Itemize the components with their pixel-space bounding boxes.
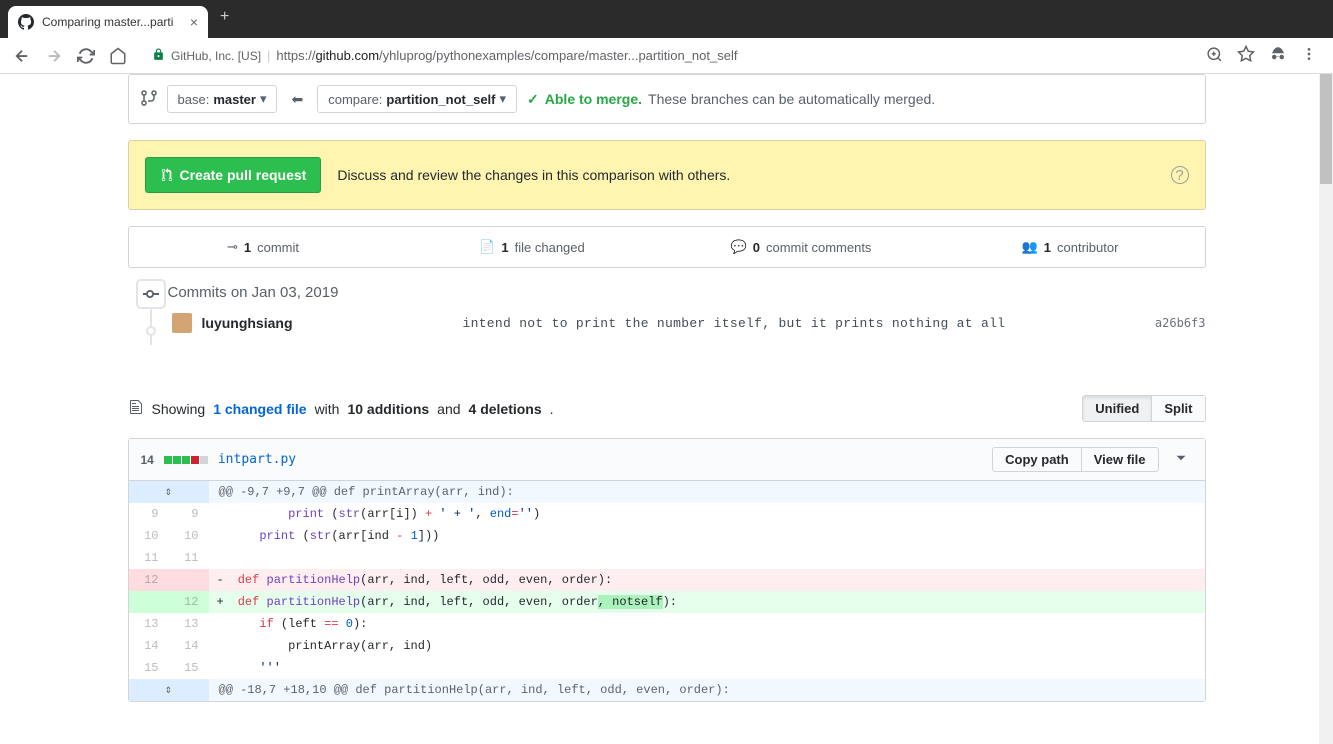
swap-icon[interactable]: ⬅ <box>287 91 307 108</box>
commit-sha[interactable]: a26b6f3 <box>1155 316 1206 330</box>
tab-title: Comparing master...parti <box>42 15 182 29</box>
hunk-header: ⇕ @@ -18,7 +18,10 @@ def partitionHelp(a… <box>129 679 1205 701</box>
file-icon: 📄 <box>479 239 495 255</box>
commit-icon: ⊸ <box>227 239 238 255</box>
compare-header: base: master ▾ ⬅ compare: partition_not_… <box>128 74 1206 124</box>
commit-message[interactable]: intend not to print the number itself, b… <box>303 316 1145 331</box>
copy-path-button[interactable]: Copy path <box>992 447 1081 472</box>
diff-line: 1313 if (left == 0): <box>129 613 1205 635</box>
diff-line: 1515 ''' <box>129 657 1205 679</box>
home-button[interactable] <box>104 42 132 70</box>
scrollbar[interactable] <box>1319 74 1333 744</box>
comment-icon: 💬 <box>731 239 747 255</box>
browser-tab[interactable]: Comparing master...parti × <box>8 6 208 38</box>
stat-files[interactable]: 📄1file changed <box>398 227 667 267</box>
url-org: GitHub, Inc. [US] <box>171 49 261 63</box>
view-file-button[interactable]: View file <box>1081 447 1159 472</box>
chevron-down-icon: ▾ <box>500 91 507 107</box>
create-pr-bar: Create pull request Discuss and review t… <box>128 140 1206 210</box>
people-icon: 👥 <box>1022 239 1038 255</box>
expand-icon[interactable]: ⇕ <box>165 485 172 499</box>
create-pr-button[interactable]: Create pull request <box>145 157 322 193</box>
diff-line: 1111 <box>129 547 1205 569</box>
close-icon[interactable]: × <box>190 14 198 30</box>
lock-icon <box>152 48 165 64</box>
file-diff: 14 intpart.py Copy path View file ⇕ @@ -… <box>128 438 1206 702</box>
address-bar[interactable]: GitHub, Inc. [US] | https://github.com/y… <box>144 42 1194 70</box>
diff-summary: Showing 1 changed file with 10 additions… <box>128 395 1206 422</box>
diff-count: 14 <box>141 453 154 467</box>
stats-bar: ⊸1commit 📄1file changed 💬0commit comment… <box>128 226 1206 268</box>
diff-line: 12+ def partitionHelp(arr, ind, left, od… <box>129 591 1205 613</box>
diff-line: 1414 printArray(arr, ind) <box>129 635 1205 657</box>
forward-button[interactable] <box>40 42 68 70</box>
base-branch-select[interactable]: base: master ▾ <box>167 85 278 113</box>
commits-date: Commits on Jan 03, 2019 <box>168 284 1206 301</box>
merge-status: Able to merge. <box>545 91 642 107</box>
git-compare-icon <box>141 90 157 109</box>
star-icon[interactable] <box>1237 45 1255 66</box>
incognito-icon[interactable] <box>1269 45 1287 66</box>
stat-contributors[interactable]: 👥1contributor <box>936 227 1205 267</box>
expand-icon[interactable]: ⇕ <box>165 683 172 697</box>
commit-author[interactable]: luyunghsiang <box>202 315 293 331</box>
github-icon <box>18 14 34 30</box>
stat-commits[interactable]: ⊸1commit <box>129 227 398 267</box>
filename[interactable]: intpart.py <box>218 452 296 467</box>
avatar[interactable] <box>172 313 192 333</box>
compare-branch-select[interactable]: compare: partition_not_self ▾ <box>317 85 517 113</box>
diff-table: ⇕ @@ -9,7 +9,7 @@ def printArray(arr, in… <box>129 481 1205 701</box>
pr-description: Discuss and review the changes in this c… <box>337 167 1154 183</box>
chevron-down-icon: ▾ <box>260 91 267 107</box>
diff-line: 12- def partitionHelp(arr, ind, left, od… <box>129 569 1205 591</box>
page-content: base: master ▾ ⬅ compare: partition_not_… <box>0 74 1333 744</box>
diff-line: 1010 print (str(arr[ind - 1])) <box>129 525 1205 547</box>
check-icon: ✓ <box>527 91 539 108</box>
file-header: 14 intpart.py Copy path View file <box>129 439 1205 481</box>
help-icon[interactable]: ? <box>1171 166 1189 184</box>
file-icon <box>128 399 144 418</box>
reload-button[interactable] <box>72 42 100 70</box>
diff-view-toggle: Unified Split <box>1082 395 1205 422</box>
unified-button[interactable]: Unified <box>1083 396 1152 421</box>
browser-toolbar: GitHub, Inc. [US] | https://github.com/y… <box>0 38 1333 74</box>
commit-row: luyunghsiang intend not to print the num… <box>168 301 1206 345</box>
url-text: https://github.com/yhluprog/pythonexampl… <box>276 48 737 63</box>
diff-line: 99 print (str(arr[i]) + ' + ', end='') <box>129 503 1205 525</box>
diff-stat-blocks <box>164 456 208 464</box>
zoom-icon[interactable] <box>1206 46 1223 66</box>
new-tab-button[interactable]: + <box>208 8 241 26</box>
scrollbar-thumb[interactable] <box>1320 74 1332 184</box>
split-button[interactable]: Split <box>1152 396 1204 421</box>
timeline-commit-icon <box>136 279 166 309</box>
back-button[interactable] <box>8 42 36 70</box>
chevron-down-icon[interactable] <box>1169 447 1193 472</box>
stat-comments[interactable]: 💬0commit comments <box>667 227 936 267</box>
hunk-header: ⇕ @@ -9,7 +9,7 @@ def printArray(arr, in… <box>129 481 1205 503</box>
merge-detail: These branches can be automatically merg… <box>648 91 935 107</box>
changed-files-link[interactable]: 1 changed file <box>213 401 306 417</box>
commits-timeline: Commits on Jan 03, 2019 luyunghsiang int… <box>128 284 1206 345</box>
menu-icon[interactable] <box>1301 46 1317 65</box>
browser-tab-strip: Comparing master...parti × + <box>0 0 1333 38</box>
